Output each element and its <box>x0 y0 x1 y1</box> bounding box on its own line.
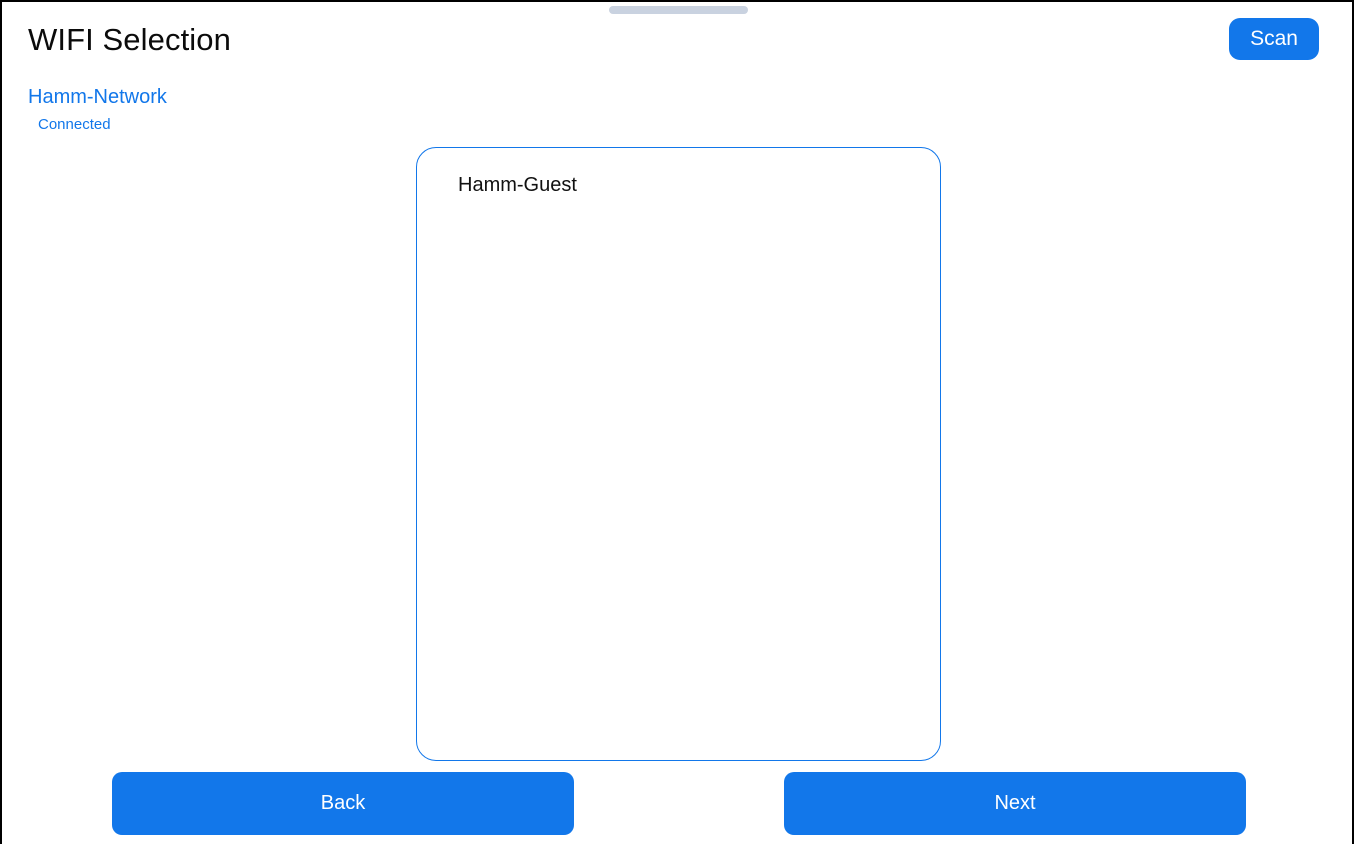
page-title: WIFI Selection <box>28 22 231 57</box>
connected-network-status: Connected <box>38 116 111 133</box>
connected-network-name: Hamm-Network <box>28 86 167 108</box>
connected-network: Hamm-Network Connected <box>28 86 167 133</box>
wifi-list-item[interactable]: Hamm-Guest <box>458 174 577 197</box>
back-button[interactable]: Back <box>112 772 574 835</box>
wifi-network-list[interactable]: Hamm-Guest <box>416 147 941 761</box>
scan-button[interactable]: Scan <box>1229 18 1319 60</box>
sheet-grabber-handle[interactable] <box>609 6 748 14</box>
next-button[interactable]: Next <box>784 772 1246 835</box>
